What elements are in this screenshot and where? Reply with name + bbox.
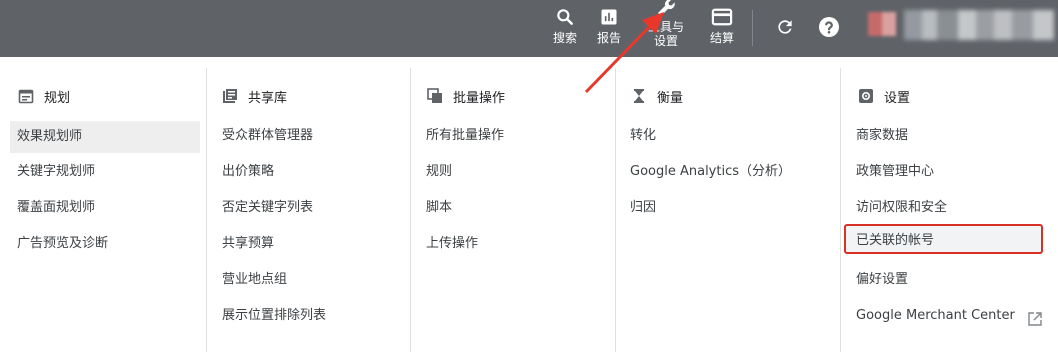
hourglass-icon [631,88,647,104]
toolbar-divider [752,10,753,46]
menu-item-location-groups[interactable]: 营业地点组 [222,264,287,296]
menu-item-uploads[interactable]: 上传操作 [426,228,478,260]
menu-item-keyword-planner[interactable]: 关键字规划师 [17,156,95,188]
column-header-label: 衡量 [657,90,684,106]
tools-and-settings-label: 工具与 设置 [648,20,684,48]
search-icon [555,5,575,29]
menu-item-shared-budgets[interactable]: 共享预算 [222,228,274,260]
account-info-blurred[interactable] [904,10,1054,40]
report-button[interactable]: 报告 [594,0,624,57]
menu-item-scripts[interactable]: 脚本 [426,192,452,224]
menu-item-access-and-security[interactable]: 访问权限和安全 [856,192,947,224]
menu-item-business-data[interactable]: 商家数据 [856,120,908,152]
menu-item-preferences[interactable]: 偏好设置 [856,264,908,296]
menu-item-bid-strategies[interactable]: 出价策略 [222,156,274,188]
refresh-button[interactable] [772,14,798,40]
menu-item-attribution[interactable]: 归因 [630,192,656,224]
menu-item-negative-keyword-lists[interactable]: 否定关键字列表 [222,192,313,224]
column-measurement: 衡量 转化 Google Analytics（分析） 归因 [616,68,840,352]
help-button[interactable] [816,14,842,40]
credit-card-icon [711,5,733,29]
menu-item-rules[interactable]: 规则 [426,156,452,188]
merchant-center-label: Google Merchant Center [856,308,1015,323]
column-header-shared-library: 共享库 [222,86,287,106]
column-shared-library: 共享库 受众群体管理器 出价策略 否定关键字列表 共享预算 营业地点组 展示位置… [207,68,410,352]
gear-icon [858,88,874,104]
report-label: 报告 [596,31,621,45]
billing-label: 结算 [709,31,734,45]
tools-label-line1: 工具与 [647,20,684,34]
calendar-icon [18,88,34,104]
menu-item-all-bulk-actions[interactable]: 所有批量操作 [426,120,504,152]
menu-item-audience-manager[interactable]: 受众群体管理器 [222,120,313,152]
menu-item-ad-preview-diagnosis[interactable]: 广告预览及诊断 [17,228,108,260]
library-icon [222,88,238,104]
column-header-settings: 设置 [858,86,910,106]
copy-stack-icon [427,88,443,104]
column-header-label: 设置 [884,90,911,106]
tools-and-settings-button[interactable]: 工具与 设置 [644,0,688,57]
menu-item-google-analytics[interactable]: Google Analytics（分析） [630,156,791,188]
column-planning: 规划 效果规划师 关键字规划师 覆盖面规划师 广告预览及诊断 [0,68,206,352]
tools-label-line2: 设置 [653,34,678,48]
column-bulk-actions: 批量操作 所有批量操作 规则 脚本 上传操作 [411,68,615,352]
menu-item-google-merchant-center[interactable]: Google Merchant Center [856,300,1043,332]
menu-item-linked-accounts[interactable]: 已关联的帐号 [844,224,1043,254]
menu-item-placement-exclusion-lists[interactable]: 展示位置排除列表 [222,300,326,332]
column-header-bulk-actions: 批量操作 [427,86,505,106]
refresh-icon [778,20,792,34]
top-toolbar: 搜索 报告 工具与 设置 结算 [0,0,1058,57]
column-header-label: 共享库 [248,90,288,106]
column-settings: 设置 商家数据 政策管理中心 访问权限和安全 已关联的帐号 偏好设置 Googl… [841,68,1058,352]
menu-item-conversions[interactable]: 转化 [630,120,656,152]
column-header-label: 规划 [44,90,71,106]
column-header-planning: 规划 [18,86,70,106]
column-header-label: 批量操作 [453,90,506,106]
billing-button[interactable]: 结算 [706,0,738,57]
avatar[interactable] [868,12,896,36]
menu-item-reach-planner[interactable]: 覆盖面规划师 [17,192,95,224]
menu-item-policy-manager[interactable]: 政策管理中心 [856,156,934,188]
search-button[interactable]: 搜索 [550,0,580,57]
column-header-measurement: 衡量 [631,86,683,106]
external-link-icon [1027,308,1043,340]
help-icon [819,17,839,37]
bar-chart-icon [599,5,619,29]
menu-item-performance-planner[interactable]: 效果规划师 [10,121,200,153]
search-label: 搜索 [552,31,577,45]
wrench-icon [654,0,678,20]
